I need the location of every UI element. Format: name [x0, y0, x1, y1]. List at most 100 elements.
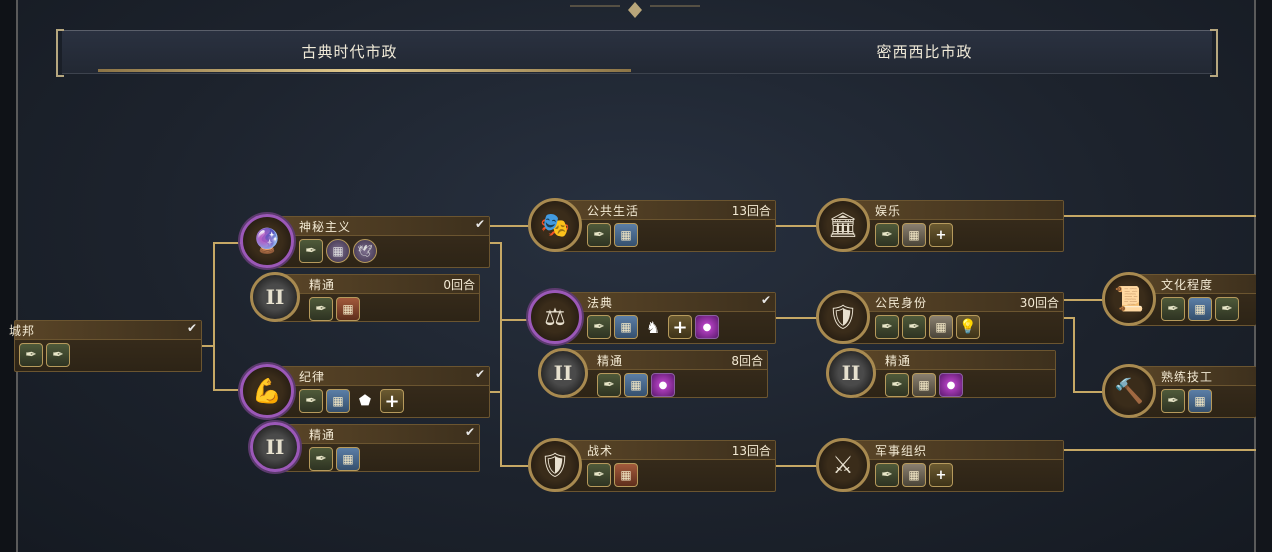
mastery-medal-icon: II — [250, 272, 300, 322]
building-icon[interactable]: ▦ — [912, 373, 936, 397]
mysticism-medal-icon: 🔮 — [240, 214, 294, 268]
civic-title-bar: 公共生活 13回合 — [557, 201, 775, 220]
completed-check-icon: ✔ — [474, 217, 485, 231]
completed-check-icon: ✔ — [464, 425, 475, 439]
military-medal-icon: ⚔ — [816, 438, 870, 492]
civic-title-bar: 军事组织 — [845, 441, 1063, 460]
civic-name: 神秘主义 — [299, 220, 352, 234]
civic-card: 战术 13回合 ✒ ▦ — [556, 440, 776, 492]
building-icon[interactable]: ▦ — [614, 223, 638, 247]
civic-card: 纪律 ✔ ✒ ▦ ⬟ + — [268, 366, 490, 418]
civic-card: 精通 ✒ ▦ ● — [854, 350, 1056, 398]
civic-name: 娱乐 — [875, 204, 902, 218]
quill-icon[interactable]: ✒ — [587, 315, 611, 339]
quill-icon[interactable]: ✒ — [875, 223, 899, 247]
building-icon[interactable]: ▦ — [902, 223, 926, 247]
building-icon[interactable]: ▦ — [929, 315, 953, 339]
lightbulb-icon[interactable]: 💡 — [956, 315, 980, 339]
plus-icon[interactable]: + — [668, 315, 692, 339]
quill-icon[interactable]: ✒ — [19, 343, 43, 367]
quill-icon[interactable]: ✒ — [587, 463, 611, 487]
quill-icon[interactable]: ✒ — [1215, 297, 1239, 321]
civic-name: 公民身份 — [875, 296, 928, 310]
quill-icon[interactable]: ✒ — [885, 373, 909, 397]
civic-name: 战术 — [587, 444, 614, 458]
citizenship-medal-icon: 🛡 — [816, 290, 870, 344]
quill-icon[interactable]: ✒ — [299, 239, 323, 263]
building-icon[interactable]: ▦ — [614, 463, 638, 487]
quill-icon[interactable]: ✒ — [309, 447, 333, 471]
civic-name: 军事组织 — [875, 444, 928, 458]
quill-icon[interactable]: ✒ — [299, 389, 323, 413]
civic-title-bar: 城邦 ✔ — [9, 321, 201, 340]
quill-icon[interactable]: ✒ — [902, 315, 926, 339]
government-icon[interactable]: ● — [695, 315, 719, 339]
quill-icon[interactable]: ✒ — [309, 297, 333, 321]
civic-card: 精通 8回合 ✒ ▦ ● — [566, 350, 768, 398]
badge-icon[interactable]: ⬟ — [353, 389, 377, 413]
tactics-medal-icon: 🛡 — [528, 438, 582, 492]
turns-remaining: 0回合 — [443, 278, 475, 292]
civic-name: 纪律 — [299, 370, 326, 384]
building-icon[interactable]: ▦ — [614, 315, 638, 339]
government-icon[interactable]: ● — [939, 373, 963, 397]
civic-title-bar: 精通 0回合 — [279, 275, 479, 294]
public-life-medal-icon: 🎭 — [528, 198, 582, 252]
mastery-medal-icon: II — [250, 422, 300, 472]
plus-icon[interactable]: + — [380, 389, 404, 413]
civic-title-bar: 精通 8回合 — [567, 351, 767, 370]
civic-name: 精通 — [885, 354, 912, 368]
civic-card: 精通 ✔ ✒ ▦ — [278, 424, 480, 472]
civic-title-bar: 战术 13回合 — [557, 441, 775, 460]
civic-name: 精通 — [309, 278, 336, 292]
quill-icon[interactable]: ✒ — [46, 343, 70, 367]
building-icon[interactable]: ▦ — [336, 447, 360, 471]
building-icon[interactable]: ▦ — [1188, 297, 1212, 321]
quill-icon[interactable]: ✒ — [1161, 389, 1185, 413]
building-icon[interactable]: ▦ — [902, 463, 926, 487]
code-of-laws-medal-icon: ⚖ — [528, 290, 582, 344]
skilled-trades-medal-icon: 🔨 — [1102, 364, 1156, 418]
literacy-medal-icon: 📜 — [1102, 272, 1156, 326]
government-icon[interactable]: ● — [651, 373, 675, 397]
civic-card: 神秘主义 ✔ ✒ ▦ 🕊 — [268, 216, 490, 268]
temple-icon[interactable]: ▦ — [326, 239, 350, 263]
building-icon[interactable]: ▦ — [1188, 389, 1212, 413]
mastery-medal-icon: II — [826, 348, 876, 398]
civic-name: 精通 — [597, 354, 624, 368]
camel-icon[interactable]: ♞ — [641, 315, 665, 339]
quill-icon[interactable]: ✒ — [1161, 297, 1185, 321]
civic-title-bar: 纪律 ✔ — [269, 367, 489, 386]
quill-icon[interactable]: ✒ — [597, 373, 621, 397]
building-icon[interactable]: ▦ — [326, 389, 350, 413]
quill-icon[interactable]: ✒ — [875, 315, 899, 339]
completed-check-icon: ✔ — [760, 293, 771, 307]
building-icon[interactable]: ▦ — [624, 373, 648, 397]
turns-remaining: 30回合 — [1019, 296, 1059, 310]
mastery-medal-icon: II — [538, 348, 588, 398]
discipline-medal-icon: 💪 — [240, 364, 294, 418]
civic-name: 法典 — [587, 296, 614, 310]
house-plus-icon[interactable]: + — [929, 463, 953, 487]
civic-card: 军事组织 ✒ ▦ + — [844, 440, 1064, 492]
civic-name: 熟练技工 — [1161, 370, 1214, 384]
entertainment-medal-icon: 🏛 — [816, 198, 870, 252]
civic-title-bar: 精通 ✔ — [279, 425, 479, 444]
completed-check-icon: ✔ — [474, 367, 485, 381]
turns-remaining: 13回合 — [731, 204, 771, 218]
quill-icon[interactable]: ✒ — [875, 463, 899, 487]
quill-icon[interactable]: ✒ — [587, 223, 611, 247]
civic-name: 城邦 — [9, 324, 36, 338]
civic-card: 法典 ✔ ✒ ▦ ♞ + ● — [556, 292, 776, 344]
completed-check-icon: ✔ — [186, 321, 197, 335]
civic-card: 城邦 ✔ ✒ ✒ — [9, 320, 202, 372]
civic-name: 公共生活 — [587, 204, 640, 218]
house-plus-icon[interactable]: + — [929, 223, 953, 247]
civic-title-bar: 神秘主义 ✔ — [269, 217, 489, 236]
civic-card: 公共生活 13回合 ✒ ▦ — [556, 200, 776, 252]
dove-icon[interactable]: 🕊 — [353, 239, 377, 263]
civic-title-bar: 公民身份 30回合 — [845, 293, 1063, 312]
civic-name: 精通 — [309, 428, 336, 442]
civic-card: 精通 0回合 ✒ ▦ — [278, 274, 480, 322]
building-icon[interactable]: ▦ — [336, 297, 360, 321]
